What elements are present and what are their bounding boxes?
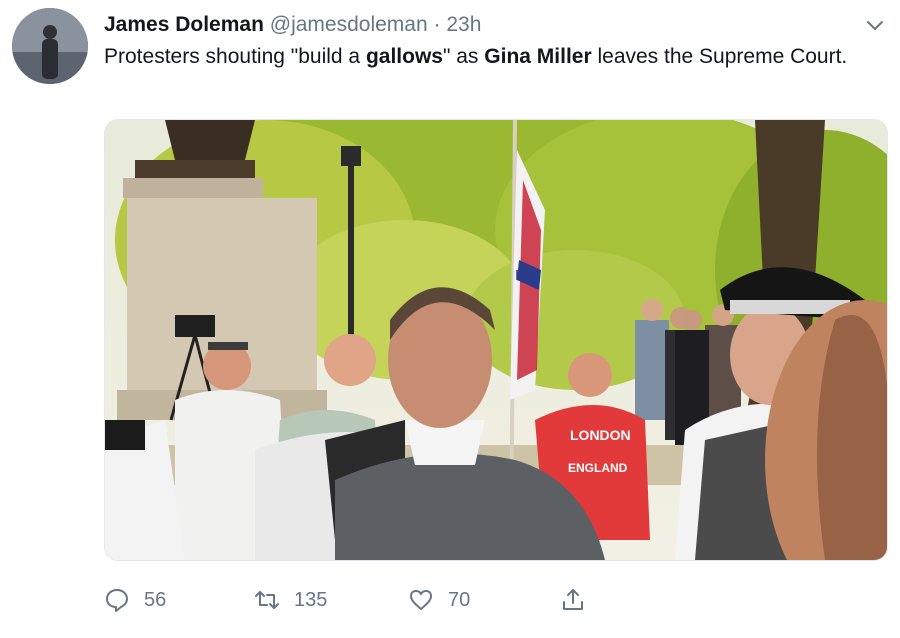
author-name[interactable]: James Doleman: [104, 13, 264, 36]
retweet-button[interactable]: 135: [254, 580, 327, 620]
like-count: 70: [448, 588, 471, 611]
tweet-text-part: " as: [442, 45, 485, 68]
share-icon: [563, 589, 583, 610]
reply-icon: [106, 589, 128, 612]
separator: ·: [433, 13, 441, 36]
retweet-count: 135: [294, 588, 328, 611]
shirt-line: ENGLAND: [568, 461, 628, 475]
tweet-text-part: leaves the Supreme Court.: [591, 45, 848, 68]
author-handle[interactable]: @jamesdoleman: [270, 13, 428, 36]
tweet-text-bold: Gina Miller: [484, 45, 592, 68]
tweet-text-bold: gallows: [365, 45, 443, 68]
tweet-text: Protesters shouting "build a gallows" as…: [104, 42, 884, 71]
avatar[interactable]: [12, 8, 88, 84]
flag-text: me: [515, 264, 540, 284]
tweet-text-part: Protesters shouting "build a: [104, 45, 366, 68]
shirt-line: LONDON: [570, 427, 631, 443]
avatar-image: [12, 8, 88, 84]
like-button[interactable]: 70: [408, 580, 470, 620]
reply-count: 56: [144, 588, 167, 611]
share-button[interactable]: [560, 580, 600, 620]
chevron-down-icon[interactable]: [864, 14, 886, 36]
tweet-time[interactable]: 23h: [446, 13, 481, 36]
tweet-actions: 56 135 70: [104, 580, 664, 620]
tweet-photo[interactable]: me LONDON ENGLAND: [104, 119, 888, 561]
reply-button[interactable]: 56: [104, 580, 166, 620]
like-icon: [410, 590, 432, 610]
tweet-header: James Doleman @jamesdoleman · 23h: [104, 10, 874, 40]
retweet-icon: [255, 591, 279, 609]
protest-photo: me LONDON ENGLAND: [105, 120, 887, 560]
